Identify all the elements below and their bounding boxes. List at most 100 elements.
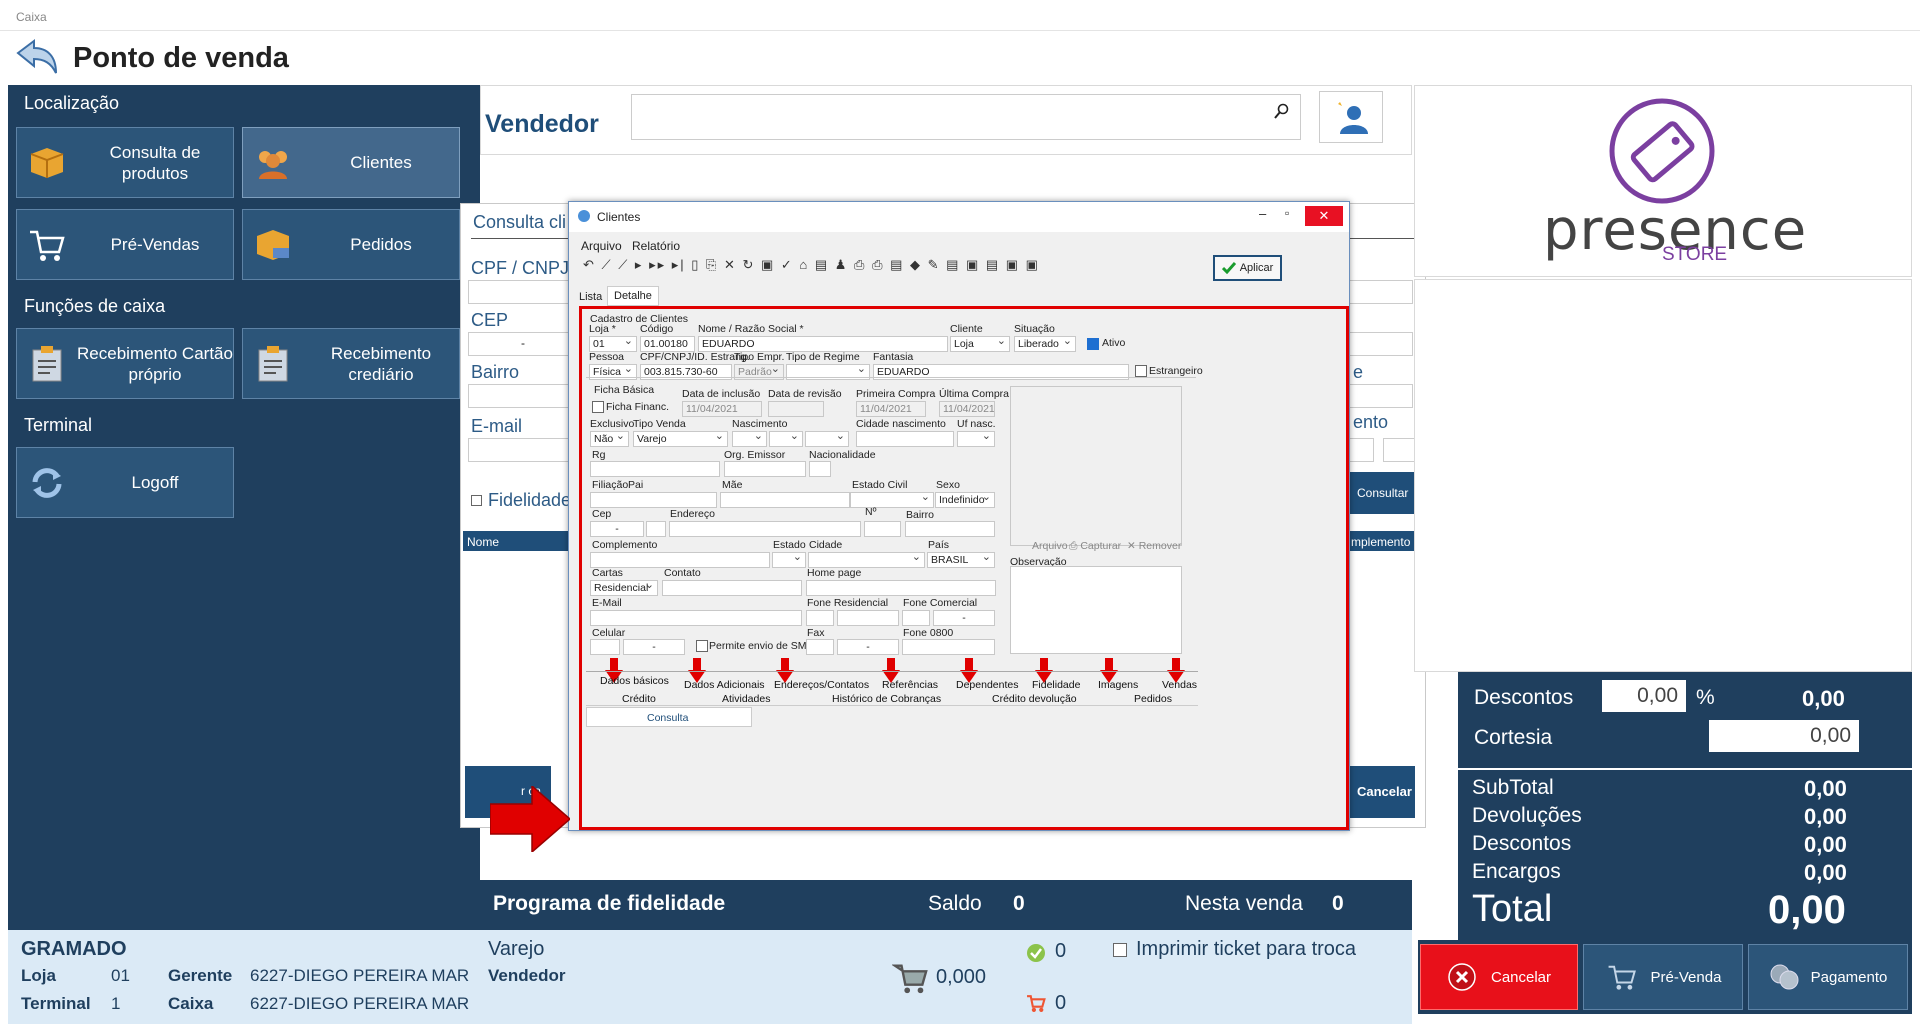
fidelidade-checkbox[interactable] — [471, 495, 482, 506]
fone-com-input[interactable]: - — [933, 610, 995, 626]
tab-refer-ncias[interactable]: Referências — [882, 679, 938, 691]
close-icon[interactable]: ✕ — [1305, 206, 1343, 226]
nome-input[interactable]: EDUARDO — [698, 336, 948, 352]
pre-vendas-button[interactable]: Pré-Vendas — [16, 209, 234, 280]
tipo-venda-select[interactable]: Varejo — [633, 431, 728, 447]
clientes-button[interactable]: Clientes — [242, 127, 460, 198]
foto-capturar-button[interactable]: ⎙ Capturar — [1069, 540, 1121, 553]
nascimento-mes-select[interactable] — [769, 431, 803, 447]
back-arrow-icon[interactable] — [14, 37, 60, 79]
primeira-compra-input[interactable]: 11/04/2021 — [856, 401, 926, 417]
tab-dados-b-sicos[interactable]: Dados básicos — [600, 675, 669, 687]
cancelar-consulta-button[interactable]: Cancelar — [1347, 766, 1415, 818]
pais-select[interactable]: BRASIL — [927, 552, 995, 568]
cep-input[interactable]: - — [590, 521, 644, 537]
org-emissor-input[interactable] — [724, 461, 806, 477]
minimize-icon[interactable]: – — [1259, 206, 1266, 221]
tab-dados-adicionais[interactable]: Dados Adicionais — [684, 679, 765, 691]
celular-input[interactable]: - — [623, 639, 685, 655]
estado-select[interactable] — [772, 552, 806, 568]
pre-venda-button[interactable]: Pré-Venda — [1583, 944, 1743, 1010]
tab-dependentes[interactable]: Dependentes — [956, 679, 1018, 691]
email-input[interactable] — [468, 438, 578, 462]
estado-civil-select[interactable] — [850, 492, 934, 508]
home-page-input[interactable] — [806, 580, 996, 596]
tab-fidelidade[interactable]: Fidelidade — [1032, 679, 1080, 691]
vendedor-search-input[interactable] — [631, 94, 1301, 140]
estrangeiro-checkbox[interactable] — [1135, 365, 1147, 377]
bairro-input[interactable] — [468, 384, 578, 408]
cep-search-button[interactable] — [646, 521, 666, 537]
fax-input[interactable]: - — [837, 639, 899, 655]
exclusivo-select[interactable]: Não — [590, 431, 629, 447]
ficha-financ-checkbox[interactable] — [592, 401, 604, 413]
tab-vendas[interactable]: Vendas — [1162, 679, 1197, 691]
email-input[interactable] — [590, 610, 802, 626]
sms-checkbox[interactable] — [696, 640, 708, 652]
bairro-input[interactable] — [905, 521, 995, 537]
tab-detalhe[interactable]: Detalhe — [607, 286, 659, 306]
complemento-input[interactable] — [590, 552, 770, 568]
cep-input[interactable]: - — [468, 332, 578, 356]
foto-arquivo-button[interactable]: Arquivo — [1032, 540, 1068, 552]
fone-res-ddd-input[interactable] — [806, 610, 834, 626]
ativo-checkbox[interactable] — [1087, 338, 1099, 350]
fax-ddd-input[interactable] — [806, 639, 834, 655]
menu-relatorio[interactable]: Relatório — [632, 239, 680, 253]
data-revisao-input[interactable] — [768, 401, 824, 417]
data-inclusao-input[interactable]: 11/04/2021 — [682, 401, 762, 417]
mae-input[interactable] — [720, 492, 850, 508]
consulta-produtos-button[interactable]: Consulta de produtos — [16, 127, 234, 198]
tab-imagens[interactable]: Imagens — [1098, 679, 1138, 691]
situacao-select[interactable]: Liberado — [1014, 336, 1076, 352]
cancelar-venda-button[interactable]: Cancelar — [1420, 944, 1578, 1010]
sexo-select[interactable]: Indefinido — [935, 492, 995, 508]
ultima-compra-input[interactable]: 11/04/2021 — [939, 401, 995, 417]
fone-res-input[interactable] — [837, 610, 899, 626]
recebimento-cartao-button[interactable]: Recebimento Cartão próprio — [16, 328, 234, 399]
maximize-icon[interactable]: ▫ — [1285, 206, 1289, 220]
aplicar-button[interactable]: Aplicar — [1213, 255, 1282, 281]
uf-nasc-select[interactable] — [957, 431, 995, 447]
cidade-nasc-input[interactable] — [856, 431, 954, 447]
codigo-input[interactable]: 01.00180 — [640, 336, 695, 352]
right-input-3[interactable] — [1349, 384, 1413, 408]
fone-com-ddd-input[interactable] — [902, 610, 930, 626]
endereco-input[interactable] — [669, 521, 861, 537]
menu-arquivo[interactable]: Arquivo — [581, 239, 622, 253]
tab-hist-rico-de-cobran-as[interactable]: Histórico de Cobranças — [832, 693, 941, 705]
column-nome[interactable]: Nome — [463, 531, 583, 551]
cortesia-input[interactable]: 0,00 — [1709, 720, 1859, 752]
right-select-2[interactable] — [1383, 438, 1415, 462]
cliente-select[interactable]: Loja — [950, 336, 1010, 352]
new-user-button[interactable] — [1319, 91, 1383, 143]
pagamento-button[interactable]: Pagamento — [1748, 944, 1908, 1010]
contato-input[interactable] — [662, 580, 802, 596]
tab-endere-os-contatos[interactable]: Endereços/Contatos — [774, 679, 869, 691]
observacao-textarea[interactable] — [1010, 566, 1182, 654]
pai-input[interactable] — [590, 492, 717, 508]
cidade-select[interactable] — [808, 552, 925, 568]
nascimento-ano-select[interactable] — [805, 431, 849, 447]
cpf-input[interactable] — [468, 280, 578, 304]
right-input-1[interactable] — [1349, 280, 1413, 304]
recebimento-crediario-button[interactable]: Recebimento crediário — [242, 328, 460, 399]
foto-remover-button[interactable]: ✕ Remover — [1127, 540, 1181, 552]
celular-ddd-input[interactable] — [590, 639, 620, 655]
photo-area[interactable] — [1010, 386, 1182, 546]
cartas-select[interactable]: Residencial — [590, 580, 658, 596]
status-consulta-panel[interactable]: Consulta — [586, 707, 752, 727]
search-icon[interactable] — [1274, 103, 1290, 119]
tab-pedidos[interactable]: Pedidos — [1134, 693, 1172, 705]
nascimento-dia-select[interactable] — [732, 431, 767, 447]
nacionalidade-input[interactable] — [809, 461, 831, 477]
pedidos-button[interactable]: Pedidos — [242, 209, 460, 280]
tab-lista[interactable]: Lista — [573, 288, 608, 306]
consultar-button[interactable]: Consultar — [1347, 472, 1415, 514]
toolbar-icons[interactable]: ↶ ⟋ ⟋ ▸ ▸▸ ▸| ▯ ⎘ ✕ ↻ ▣ ✓ ⌂ ▤ ♟ ⎙ ⎙ ▤ ◆ … — [583, 257, 1123, 275]
logoff-button[interactable]: Logoff — [16, 447, 234, 518]
right-select-1[interactable] — [1349, 438, 1374, 462]
descontos-input[interactable]: 0,00 — [1602, 680, 1686, 712]
fone-0800-input[interactable] — [902, 639, 995, 655]
tab-cr-dito-devolu-o[interactable]: Crédito devolução — [992, 693, 1077, 705]
